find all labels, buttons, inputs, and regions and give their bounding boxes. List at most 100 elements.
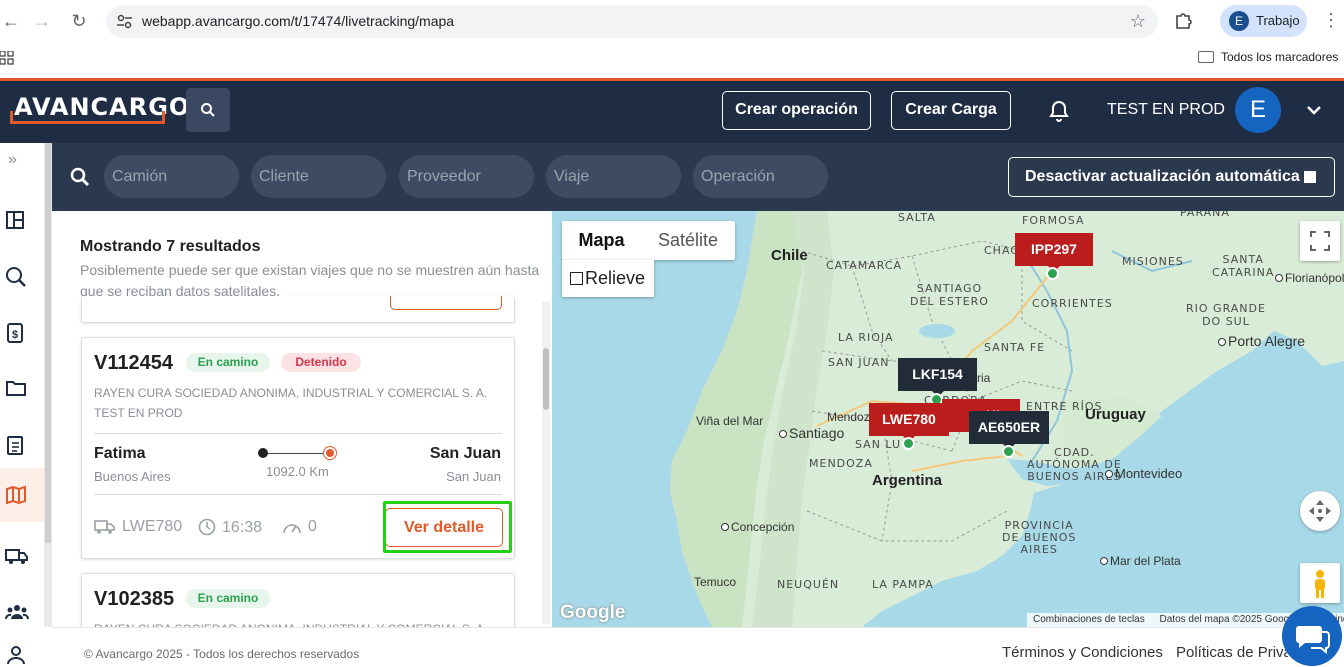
- vehicle-marker-pin[interactable]: [1002, 445, 1015, 458]
- footer: © Avancargo 2025 - Todos los derechos re…: [52, 627, 1344, 667]
- bell-icon[interactable]: [1047, 99, 1071, 123]
- sidebar-item-users[interactable]: [0, 590, 44, 634]
- address-bar[interactable]: webapp.avancargo.com/t/17474/livetrackin…: [106, 5, 1158, 38]
- vehicle-marker-label[interactable]: IPP297: [1015, 233, 1093, 272]
- previous-detail-button[interactable]: [390, 296, 502, 310]
- last-update-time: 16:38: [198, 518, 262, 537]
- vehicle-marker-pin[interactable]: [1046, 267, 1059, 280]
- terrain-toggle[interactable]: Relieve: [562, 260, 654, 297]
- map-label-mendoza: MENDOZA: [809, 457, 873, 470]
- origin-dot: [258, 448, 268, 458]
- destination-dot: [324, 447, 336, 459]
- street-view-button[interactable]: [1300, 563, 1340, 603]
- trip-id[interactable]: V102385: [94, 588, 174, 611]
- satellite-tab[interactable]: Satélite: [641, 221, 735, 260]
- sidebar-scroll-thumb[interactable]: [45, 143, 51, 543]
- client-filter-input[interactable]: [251, 155, 386, 198]
- provider-filter-input[interactable]: [399, 155, 534, 198]
- all-bookmarks-folder[interactable]: Todos los marcadores: [1198, 50, 1338, 64]
- sidebar-item-trucks[interactable]: [0, 534, 44, 578]
- chevron-down-icon[interactable]: [1303, 99, 1325, 121]
- trip-filter-input[interactable]: [546, 155, 681, 198]
- client-text: TEST EN PROD: [94, 406, 183, 420]
- chat-button[interactable]: [1282, 606, 1342, 666]
- create-operation-button[interactable]: Crear operación: [722, 91, 871, 130]
- camera-control-button[interactable]: [1300, 491, 1340, 531]
- map-label-misiones: MISIONES: [1122, 255, 1184, 268]
- status-badge: En camino: [186, 353, 270, 372]
- profile-label: Trabajo: [1256, 13, 1300, 28]
- terms-link[interactable]: Términos y Condiciones: [1002, 644, 1163, 661]
- folder-icon: [6, 381, 26, 396]
- map-tab[interactable]: Mapa: [562, 221, 641, 260]
- expand-sidebar-icon[interactable]: »: [8, 151, 17, 169]
- sidebar-item-contacts[interactable]: [0, 633, 44, 667]
- live-tracking-map[interactable]: SALTA FORMOSA PARANÁ Chile CHACO CATAMAR…: [552, 211, 1344, 627]
- profile-avatar: E: [1229, 11, 1249, 31]
- map-label-la-pampa: LA PAMPA: [872, 578, 934, 591]
- results-scroll-thumb[interactable]: [543, 348, 549, 410]
- truck-filter-input[interactable]: [104, 155, 239, 198]
- browser-menu-icon[interactable]: ⋮: [1322, 10, 1340, 31]
- forward-arrow-icon[interactable]: →: [31, 10, 53, 32]
- map-label-rosario: ria: [977, 371, 991, 385]
- map-label-corrientes: CORRIENTES: [1032, 297, 1113, 310]
- bookmark-star-icon[interactable]: ☆: [1130, 11, 1146, 32]
- vehicle-marker-label[interactable]: AE650ER: [969, 411, 1049, 450]
- destination-city: San Juan: [429, 445, 501, 462]
- privacy-link[interactable]: Políticas de Privacidad: [1176, 644, 1288, 661]
- disable-auto-update-button[interactable]: Desactivar actualización automática: [1008, 157, 1335, 197]
- vehicle-marker-pin[interactable]: [902, 437, 915, 450]
- results-scrollbar[interactable]: [542, 302, 550, 624]
- keyboard-shortcuts-link[interactable]: Combinaciones de teclas: [1027, 614, 1151, 625]
- sidebar-item-dashboard[interactable]: [0, 198, 44, 242]
- vehicle-marker-label[interactable]: LKF154: [898, 358, 977, 397]
- map-label-florianopolis: Florianópolis: [1275, 271, 1344, 285]
- map-label-rio-grande-do-sul: RIO GRANDE DO SUL: [1186, 302, 1266, 328]
- filter-bar: Desactivar actualización automática: [52, 143, 1344, 211]
- back-arrow-icon[interactable]: ←: [0, 10, 22, 32]
- extensions-icon[interactable]: [1172, 10, 1194, 32]
- results-panel: Mostrando 7 resultados Posiblemente pued…: [52, 211, 552, 627]
- trip-id[interactable]: V112454: [94, 352, 173, 375]
- clock-icon: [198, 518, 216, 536]
- sidebar-item-map[interactable]: [0, 468, 44, 522]
- vehicle-marker-label[interactable]: LWE780: [869, 403, 949, 442]
- truck-icon: [5, 549, 28, 564]
- apps-grid-icon[interactable]: [0, 51, 14, 65]
- reload-icon[interactable]: ↻: [68, 10, 90, 32]
- sidebar-item-search[interactable]: [0, 254, 44, 298]
- dashboard-icon: [6, 211, 24, 229]
- sidebar-item-invoices[interactable]: $: [0, 310, 44, 354]
- sidebar-scrollbar[interactable]: [44, 143, 52, 627]
- map-label-temuco: Temuco: [694, 575, 737, 589]
- sidebar-item-tasks[interactable]: [0, 422, 44, 466]
- user-avatar[interactable]: E: [1235, 87, 1281, 133]
- map-label-san-juan: SAN JUAN: [828, 356, 890, 369]
- sidebar-item-folders[interactable]: [0, 366, 44, 410]
- header-search-button[interactable]: [186, 88, 230, 132]
- map-label-concepcion: Concepción: [721, 520, 794, 534]
- terrain-checkbox[interactable]: [570, 272, 583, 285]
- site-settings-icon[interactable]: [116, 13, 133, 30]
- route-line: [258, 447, 336, 459]
- operation-filter-input[interactable]: [693, 155, 828, 198]
- fullscreen-button[interactable]: [1300, 221, 1340, 261]
- user-name[interactable]: TEST EN PROD: [1107, 101, 1225, 119]
- trip-card: V102385 En camino RAYEN CURA SOCIEDAD AN…: [81, 573, 515, 627]
- search-icon: [201, 103, 215, 117]
- truck-icon: [94, 520, 115, 534]
- profile-chip[interactable]: E Trabajo: [1220, 5, 1307, 37]
- map-label-chile: Chile: [771, 247, 808, 264]
- map-label-santiago-del-estero: SANTIAGO DEL ESTERO: [910, 282, 989, 308]
- origin-city: Fatima: [94, 445, 146, 462]
- map-label-salta: SALTA: [898, 211, 936, 224]
- focus-highlight: [383, 501, 512, 553]
- map-label-uruguay: Uruguay: [1085, 406, 1146, 423]
- avancargo-logo[interactable]: AVANCARGO: [10, 93, 189, 125]
- url-text[interactable]: webapp.avancargo.com/t/17474/livetrackin…: [142, 13, 454, 29]
- company-text: RAYEN CURA SOCIEDAD ANONIMA, INDUSTRIAL …: [94, 619, 504, 627]
- company-text: RAYEN CURA SOCIEDAD ANONIMA, INDUSTRIAL …: [94, 386, 488, 400]
- folder-icon: [1198, 51, 1214, 63]
- create-cargo-button[interactable]: Crear Carga: [891, 91, 1011, 130]
